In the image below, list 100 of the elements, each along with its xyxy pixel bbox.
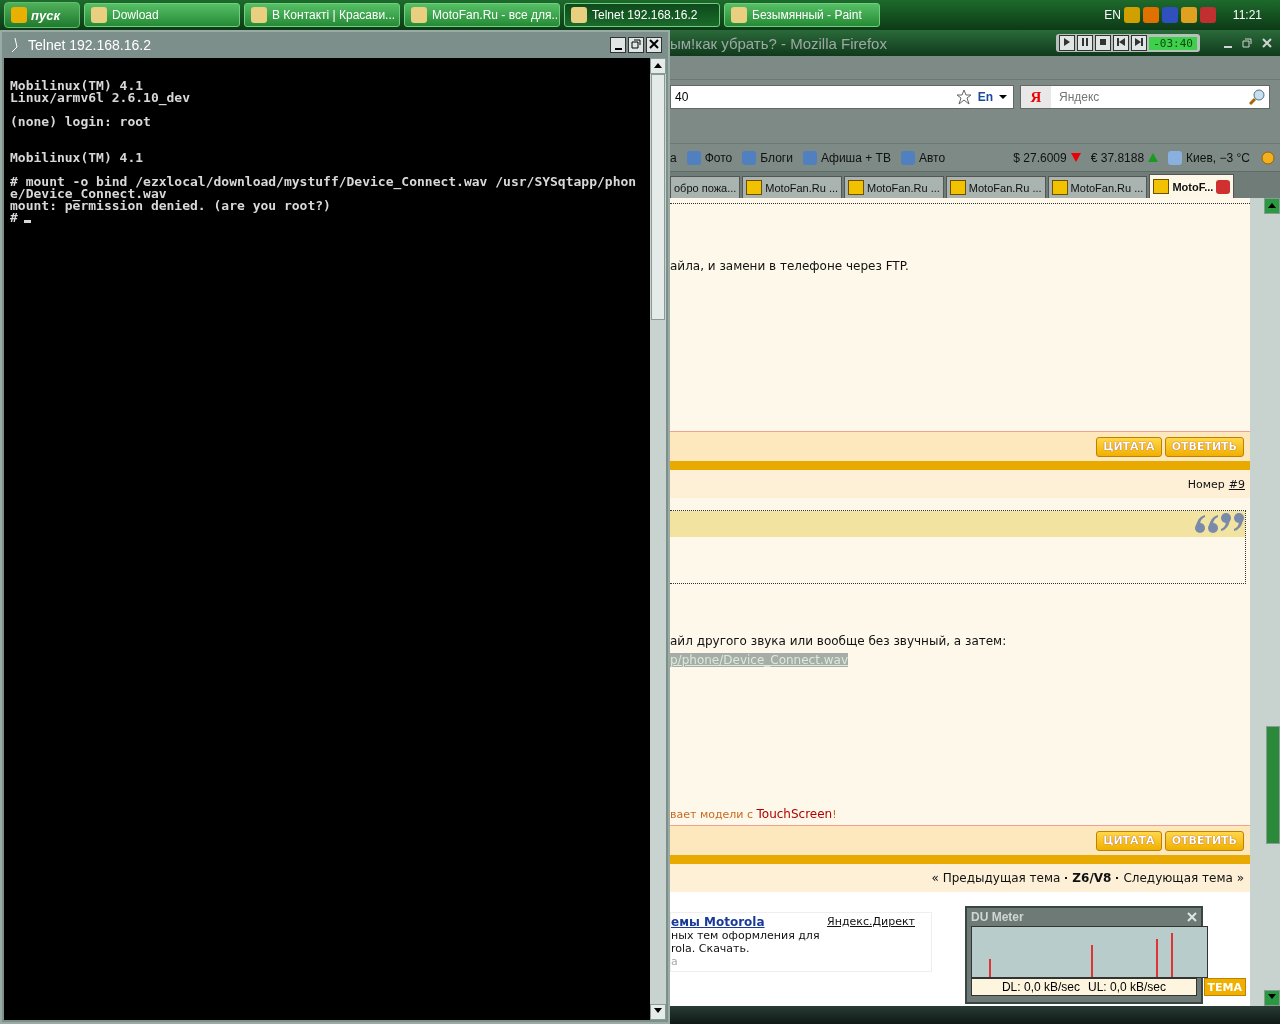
site-icon — [949, 180, 966, 195]
player-time: -03:40 — [1149, 36, 1197, 50]
post-number-label: Номер — [1187, 477, 1225, 491]
window-title: Telnet 192.168.16.2 — [28, 37, 151, 53]
signature-text: вает модели с TouchScreen! — [670, 807, 838, 821]
taskbar-button[interactable]: В Контакті | Красави... — [244, 3, 400, 27]
dropdown-arrow-icon[interactable] — [999, 94, 1007, 100]
terminal-line: Mobilinux(TM) 4.1 — [10, 80, 144, 92]
next-icon — [1135, 38, 1144, 46]
terminal-line: # — [10, 212, 650, 224]
post-text: айл другого звука или вообще без звучный, а затем: — [670, 634, 1008, 648]
language-indicator[interactable]: EN — [1104, 8, 1121, 22]
restore-icon — [631, 38, 641, 49]
toolbar-item[interactable]: Блоги — [742, 150, 793, 165]
browser-tab[interactable]: MotoFan.Ru ... — [945, 176, 1046, 198]
site-icon — [746, 180, 763, 195]
previous-topic-link[interactable]: « Предыдущая тема — [931, 871, 1061, 885]
post-text: айла, и замени в телефоне через FTP. — [670, 259, 910, 273]
app-icon — [411, 7, 427, 23]
star-icon[interactable] — [955, 89, 972, 105]
clock: 11:21 — [1232, 8, 1262, 22]
scroll-down-button[interactable] — [1264, 990, 1280, 1006]
toolbar-item[interactable]: а — [670, 150, 677, 165]
search-icon[interactable] — [1249, 89, 1265, 105]
restore-button[interactable] — [628, 37, 644, 53]
browser-tab[interactable]: MotoFan.Ru ... — [844, 176, 944, 198]
ad-url: а — [671, 955, 679, 968]
terminal-line: (none) login: root — [10, 116, 152, 128]
ad-text: ных тем оформления для — [671, 929, 821, 942]
taskbar-button[interactable]: Безымянный - Paint — [724, 3, 880, 27]
browser-tab[interactable]: MotoFan.Ru ... — [1047, 176, 1148, 198]
minimize-icon — [614, 48, 622, 50]
upload-rate: UL: 0,0 kB/sec — [1088, 980, 1167, 994]
app-icon — [91, 7, 107, 23]
ad-text: rola. Скачать. — [671, 942, 751, 955]
site-icon — [1153, 179, 1170, 194]
exchange-rate[interactable]: € 37.8188 — [1090, 150, 1159, 165]
language-indicator: En — [977, 90, 993, 104]
address-field[interactable]: 40 En — [670, 85, 1014, 109]
search-field[interactable]: Я Яндекс — [1020, 85, 1270, 109]
app-icon — [571, 7, 587, 23]
restore-icon[interactable] — [1242, 38, 1252, 48]
site-icon — [1051, 180, 1068, 195]
up-arrow-icon — [1268, 202, 1276, 208]
topic-title: Z6/V8 — [1072, 871, 1112, 885]
ad-title-link[interactable]: емы Motorola — [671, 915, 828, 929]
toolbar-item[interactable]: Авто — [900, 150, 946, 165]
selected-path-text: p/phone/Device_Connect.wav — [670, 653, 848, 667]
terminal-line: e/Device_Connect.wav — [10, 188, 167, 200]
close-tab-icon[interactable] — [1216, 179, 1231, 194]
terminal-line: Linux/armv6l 2.6.10_dev — [10, 92, 191, 104]
signature-link[interactable]: TouchScreen — [756, 807, 833, 821]
minimize-button[interactable] — [610, 37, 626, 53]
scroll-down-button[interactable] — [650, 1004, 666, 1020]
close-button[interactable] — [646, 37, 662, 53]
up-arrow-icon — [654, 62, 662, 68]
ad-source-link[interactable]: Яндекс.Директ — [827, 915, 915, 969]
browser-tab[interactable]: MotoFan.Ru ... — [742, 176, 843, 198]
player-button[interactable] — [1113, 35, 1130, 51]
player-button[interactable] — [1059, 35, 1076, 51]
terminal-line: Mobilinux(TM) 4.1 — [10, 152, 145, 164]
toolbar-item[interactable]: Афиша + ТВ — [802, 150, 891, 165]
close-icon[interactable] — [1262, 38, 1272, 48]
toolbar-item[interactable]: Фото — [686, 150, 733, 165]
post-number-link[interactable]: #9 — [1228, 477, 1245, 491]
scroll-up-button[interactable] — [650, 58, 666, 74]
previous-icon — [1117, 38, 1126, 46]
stop-icon — [1099, 38, 1108, 46]
scroll-thumb[interactable] — [651, 74, 665, 320]
play-icon — [1063, 38, 1072, 46]
window-title: DU Meter — [971, 910, 1024, 924]
text-cursor — [23, 219, 31, 223]
scroll-thumb[interactable] — [1266, 726, 1280, 844]
taskbar-button[interactable]: MotoFan.Ru - все для... — [404, 3, 560, 27]
site-icon — [848, 180, 865, 195]
terminal-line: # mount -o bind /ezxlocal/download/mystuff/Device_Connect.wav /usr/SYSqtapp/phon — [10, 176, 638, 188]
down-triangle-icon — [1070, 153, 1081, 162]
player-button[interactable] — [1077, 35, 1094, 51]
terminal-line: mount: permission denied. (are you root?) — [10, 200, 332, 212]
player-button[interactable] — [1095, 35, 1112, 51]
quote-marks-icon — [1193, 511, 1245, 535]
start-button[interactable]: пуск — [4, 2, 80, 28]
next-topic-link[interactable]: Следующая тема » — [1123, 871, 1244, 885]
tray-icon[interactable] — [1142, 7, 1159, 23]
browser-tab[interactable]: обро пожа... — [670, 176, 741, 198]
tray-icon[interactable] — [1123, 7, 1140, 23]
exchange-rate[interactable]: $ 27.6009 — [1013, 150, 1081, 165]
scroll-up-button[interactable] — [1264, 198, 1280, 214]
down-arrow-icon — [1268, 994, 1276, 1000]
browser-tab[interactable]: MotoF... — [1149, 174, 1235, 198]
player-button[interactable] — [1131, 35, 1148, 51]
app-icon — [731, 7, 747, 23]
close-icon — [1187, 911, 1197, 922]
pause-icon — [1081, 38, 1090, 46]
taskbar-button[interactable]: Telnet 192.168.16.2 — [564, 3, 720, 27]
taskbar-button[interactable]: Dowload — [84, 3, 240, 27]
search-engine-logo[interactable]: Я — [1021, 86, 1051, 108]
scrollbar[interactable] — [650, 58, 666, 1020]
weather-item[interactable]: Киев, −3 °C — [1168, 150, 1250, 165]
tray-icon[interactable] — [1180, 7, 1197, 23]
